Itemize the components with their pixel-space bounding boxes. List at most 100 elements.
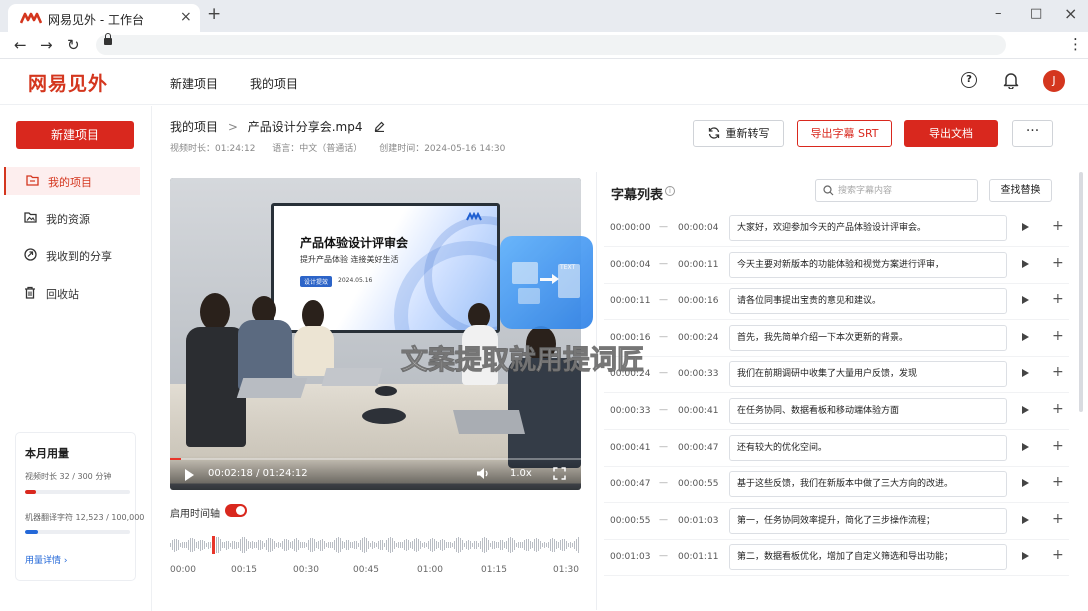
export-srt-button[interactable]: 导出字幕 SRT xyxy=(797,120,892,147)
app-header: 网易见外 新建项目 我的项目 ? J xyxy=(0,59,1088,105)
more-options-button[interactable]: ··· xyxy=(1012,120,1053,147)
play-segment-icon[interactable] xyxy=(1022,369,1029,378)
info-icon[interactable]: i xyxy=(665,186,675,196)
window-close-button[interactable]: × xyxy=(1064,4,1077,23)
subtitle-start-time[interactable]: 00:00:41 xyxy=(610,443,650,453)
subtitle-search[interactable] xyxy=(815,179,978,202)
play-segment-icon[interactable] xyxy=(1022,479,1029,488)
subtitle-end-time[interactable]: 00:00:16 xyxy=(678,296,718,306)
fullscreen-icon[interactable] xyxy=(553,467,566,480)
add-segment-icon[interactable]: + xyxy=(1052,511,1064,527)
subtitle-start-time[interactable]: 00:00:33 xyxy=(610,406,650,416)
waveform-bar xyxy=(236,541,237,549)
meta-language: 语言：中文（普通话） xyxy=(272,144,363,154)
nav-new-project[interactable]: 新建项目 xyxy=(170,75,218,92)
export-doc-button[interactable]: 导出文档 xyxy=(904,120,998,147)
subtitle-text-field[interactable]: 首先，我先简单介绍一下本次更新的背景。 xyxy=(729,324,1007,351)
new-tab-button[interactable]: + xyxy=(207,4,221,24)
subtitle-end-time[interactable]: 00:00:33 xyxy=(678,369,718,379)
subtitle-text-field[interactable]: 第一，任务协同效率提升，简化了三步操作流程； xyxy=(729,507,1007,534)
play-icon[interactable] xyxy=(185,469,194,481)
play-segment-icon[interactable] xyxy=(1022,515,1029,524)
sidebar-item-shared[interactable]: 我收到的分享 xyxy=(4,241,140,269)
video-player[interactable]: 产品体验设计评审会 提升产品体验 连接美好生活 设计提效 2024.05.16 … xyxy=(170,178,581,490)
add-segment-icon[interactable]: + xyxy=(1052,547,1064,563)
find-replace-button[interactable]: 查找替换 xyxy=(989,179,1052,202)
new-project-button[interactable]: 新建项目 xyxy=(16,121,134,149)
add-segment-icon[interactable]: + xyxy=(1052,364,1064,380)
tab-close-icon[interactable]: × xyxy=(180,9,192,25)
forward-arrow-icon[interactable]: → xyxy=(40,36,53,54)
subtitle-end-time[interactable]: 00:01:03 xyxy=(678,516,718,526)
user-avatar[interactable]: J xyxy=(1043,70,1065,92)
sidebar-item-trash[interactable]: 回收站 xyxy=(4,279,140,307)
nav-my-projects[interactable]: 我的项目 xyxy=(250,75,298,92)
subtitle-text-field[interactable]: 我们在前期调研中收集了大量用户反馈，发现 xyxy=(729,361,1007,388)
play-segment-icon[interactable] xyxy=(1022,332,1029,341)
subtitle-start-time[interactable]: 00:00:11 xyxy=(610,296,650,306)
add-segment-icon[interactable]: + xyxy=(1052,255,1064,271)
add-segment-icon[interactable]: + xyxy=(1052,438,1064,454)
window-maximize-button[interactable]: □ xyxy=(1030,6,1042,21)
subtitle-start-time[interactable]: 00:00:00 xyxy=(610,223,650,233)
play-segment-icon[interactable] xyxy=(1022,552,1029,561)
add-segment-icon[interactable]: + xyxy=(1052,218,1064,234)
browser-tab[interactable]: 网易见外 - 工作台 × xyxy=(8,4,200,32)
browser-menu-icon[interactable]: ⋮ xyxy=(1068,35,1083,53)
waveform-bar xyxy=(480,540,481,550)
play-segment-icon[interactable] xyxy=(1022,296,1029,305)
subtitle-text-field[interactable]: 第二，数据看板优化，增加了自定义筛选和导出功能； xyxy=(729,544,1007,571)
play-segment-icon[interactable] xyxy=(1022,442,1029,451)
bell-icon[interactable] xyxy=(1003,72,1019,89)
help-icon[interactable]: ? xyxy=(961,72,977,88)
reload-icon[interactable]: ↻ xyxy=(67,36,80,54)
window-minimize-button[interactable]: – xyxy=(995,6,1002,21)
sidebar-item-my-resources[interactable]: 我的资源 xyxy=(4,204,140,232)
subtitle-text-field[interactable]: 基于这些反馈，我们在新版本中做了三大方向的改进。 xyxy=(729,471,1007,498)
play-segment-icon[interactable] xyxy=(1022,259,1029,268)
subtitle-text-field[interactable]: 大家好，欢迎参加今天的产品体验设计评审会。 xyxy=(729,215,1007,241)
subtitle-start-time[interactable]: 00:01:03 xyxy=(610,552,650,562)
retranscribe-button[interactable]: 重新转写 xyxy=(693,120,784,147)
subtitle-text-field[interactable]: 请各位同事提出宝贵的意见和建议。 xyxy=(729,288,1007,315)
timeline-playhead[interactable] xyxy=(212,536,215,554)
sidebar-item-my-projects[interactable]: 我的项目 xyxy=(4,167,140,195)
volume-icon[interactable] xyxy=(476,467,490,480)
subtitle-text-field[interactable]: 今天主要对新版本的功能体验和视觉方案进行评审， xyxy=(729,251,1007,278)
subtitle-start-time[interactable]: 00:00:55 xyxy=(610,516,650,526)
usage-card: 本月用量 视频时长 32 / 300 分钟 机器翻译字符 12,523 / 10… xyxy=(15,432,144,581)
subtitle-end-time[interactable]: 00:01:11 xyxy=(678,552,718,562)
edit-pencil-icon[interactable] xyxy=(374,121,385,133)
add-segment-icon[interactable]: + xyxy=(1052,328,1064,344)
brand-logo[interactable]: 网易见外 xyxy=(28,69,108,96)
subtitle-end-time[interactable]: 00:00:11 xyxy=(678,260,718,270)
url-input[interactable] xyxy=(96,35,1006,55)
breadcrumb-separator: > xyxy=(227,120,238,134)
subtitle-end-time[interactable]: 00:00:55 xyxy=(678,479,718,489)
playback-speed[interactable]: 1.0x xyxy=(510,468,532,479)
video-progress-bar[interactable] xyxy=(170,458,581,460)
add-segment-icon[interactable]: + xyxy=(1052,401,1064,417)
waveform-bar xyxy=(420,541,421,549)
subtitle-end-time[interactable]: 00:00:41 xyxy=(678,406,718,416)
timeline-toggle[interactable] xyxy=(225,504,247,517)
subtitle-scrollbar[interactable] xyxy=(1079,172,1083,412)
subtitle-end-time[interactable]: 00:00:04 xyxy=(678,223,718,233)
play-segment-icon[interactable] xyxy=(1022,406,1029,414)
search-input[interactable] xyxy=(838,183,973,199)
subtitle-text-field[interactable]: 还有较大的优化空间。 xyxy=(729,434,1007,461)
add-segment-icon[interactable]: + xyxy=(1052,291,1064,307)
subtitle-text-field[interactable]: 在任务协同、数据看板和移动端体验方面 xyxy=(729,398,1007,424)
subtitle-end-time[interactable]: 00:00:24 xyxy=(678,333,718,343)
usage-details-link[interactable]: 用量详情 › xyxy=(25,553,67,566)
subtitle-start-time[interactable]: 00:00:04 xyxy=(610,260,650,270)
back-arrow-icon[interactable]: ← xyxy=(14,36,27,54)
subtitle-start-time[interactable]: 00:00:47 xyxy=(610,479,650,489)
breadcrumb-root[interactable]: 我的项目 xyxy=(170,118,218,135)
play-segment-icon[interactable] xyxy=(1022,223,1029,231)
sidebar-item-label: 我的项目 xyxy=(48,176,92,189)
subtitle-end-time[interactable]: 00:00:47 xyxy=(678,443,718,453)
waveform-bar xyxy=(530,541,531,549)
add-segment-icon[interactable]: + xyxy=(1052,474,1064,490)
audio-waveform[interactable] xyxy=(170,533,580,557)
